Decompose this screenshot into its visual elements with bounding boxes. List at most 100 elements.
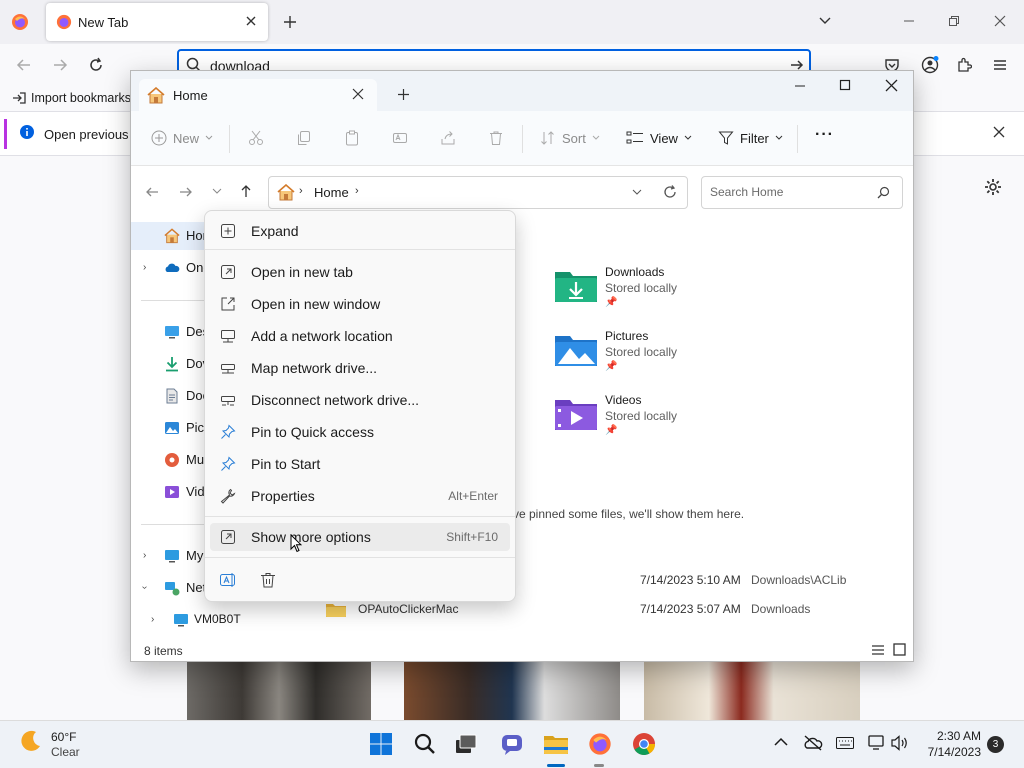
- network-display-icon[interactable]: [868, 735, 886, 751]
- taskbar-search-icon[interactable]: [410, 729, 440, 759]
- see-more-button[interactable]: ···: [815, 126, 834, 144]
- copy-icon[interactable]: [296, 130, 312, 146]
- explorer-tab-home[interactable]: Home: [139, 79, 377, 111]
- show-hidden-icons-chevron-icon[interactable]: [774, 737, 788, 747]
- firefox-tab-new-tab[interactable]: New Tab: [46, 3, 268, 41]
- new-explorer-tab-icon[interactable]: [397, 88, 410, 101]
- explorer-minimize-icon[interactable]: [794, 80, 806, 92]
- nav-item-desktop[interactable]: Des: [131, 318, 209, 346]
- list-tabs-chevron-icon[interactable]: [818, 15, 832, 27]
- menu-item-pin-to-start[interactable]: Pin to Start: [210, 450, 510, 478]
- nav-item-pictures[interactable]: Pict: [131, 414, 208, 442]
- new-button[interactable]: New: [151, 130, 213, 146]
- expand-chevron-icon[interactable]: ›: [143, 262, 146, 273]
- new-tab-icon[interactable]: [282, 14, 298, 30]
- collapse-chevron-icon[interactable]: ›: [139, 586, 150, 589]
- computer-icon: [173, 612, 189, 628]
- refresh-icon[interactable]: [663, 185, 677, 199]
- sort-button[interactable]: Sort: [540, 130, 600, 146]
- close-tab-icon[interactable]: [244, 14, 258, 28]
- weather-temperature[interactable]: 60°F: [51, 730, 76, 744]
- file-explorer-taskbar-icon[interactable]: [541, 729, 571, 759]
- weather-moon-icon[interactable]: [18, 728, 44, 754]
- forward-arrow-icon[interactable]: [52, 57, 68, 73]
- close-window-icon[interactable]: [994, 15, 1006, 27]
- nav-item-downloads[interactable]: Dov: [131, 350, 209, 378]
- cut-icon[interactable]: [248, 130, 264, 146]
- menu-item-pin-quick-access[interactable]: Pin to Quick access: [210, 418, 510, 446]
- task-view-icon[interactable]: [451, 729, 481, 759]
- menu-item-show-more-options[interactable]: Show more options Shift+F10: [210, 523, 510, 551]
- view-button[interactable]: View: [626, 130, 692, 146]
- menu-hamburger-icon[interactable]: [992, 57, 1008, 73]
- clock-time[interactable]: 2:30 AM: [931, 729, 981, 743]
- menu-item-open-new-tab[interactable]: Open in new tab: [210, 258, 510, 286]
- settings-gear-icon[interactable]: [984, 178, 1002, 196]
- nav-item-music[interactable]: Mu: [131, 446, 205, 474]
- keyboard-icon[interactable]: [836, 737, 854, 749]
- onedrive-offline-icon[interactable]: [803, 735, 823, 751]
- breadcrumb-chevron-icon[interactable]: ›: [355, 185, 359, 197]
- recent-locations-chevron-icon[interactable]: [212, 188, 222, 196]
- notification-count-badge[interactable]: 3: [987, 736, 1004, 753]
- delete-icon[interactable]: [488, 130, 504, 146]
- explorer-forward-icon[interactable]: [179, 185, 193, 199]
- firefox-logo-icon[interactable]: [11, 13, 29, 31]
- import-bookmarks-button[interactable]: Import bookmarks: [12, 91, 131, 105]
- up-arrow-icon[interactable]: [239, 184, 253, 198]
- address-bar[interactable]: › Home ›: [268, 176, 688, 209]
- menu-item-add-network-location[interactable]: Add a network location: [210, 322, 510, 350]
- nav-item-documents[interactable]: Doc: [131, 382, 209, 410]
- volume-icon[interactable]: [891, 735, 909, 751]
- tiles-view-icon[interactable]: [893, 643, 906, 656]
- restore-icon[interactable]: [948, 15, 960, 27]
- rename-icon[interactable]: [219, 571, 237, 589]
- firefox-taskbar-icon[interactable]: [585, 729, 615, 759]
- nav-item-home[interactable]: Hon: [131, 222, 210, 250]
- filter-button[interactable]: Filter: [718, 130, 783, 146]
- address-history-chevron-icon[interactable]: [632, 189, 642, 197]
- nav-item-vm[interactable]: › VM0B0T: [131, 606, 291, 634]
- quick-access-videos[interactable]: Videos Stored locally 📌: [554, 393, 714, 445]
- nav-item-this-pc[interactable]: › My: [131, 542, 205, 570]
- recent-file-row[interactable]: OPAutoClickerMac 7/14/2023 5:07 AM Downl…: [321, 602, 881, 626]
- paste-icon[interactable]: [344, 130, 360, 146]
- share-icon[interactable]: [440, 130, 456, 146]
- quick-access-downloads[interactable]: Downloads Stored locally 📌: [554, 265, 714, 317]
- explorer-back-icon[interactable]: [145, 185, 159, 199]
- rename-icon[interactable]: [392, 130, 408, 146]
- explorer-maximize-icon[interactable]: [839, 79, 851, 91]
- story-image-2[interactable]: [404, 662, 620, 720]
- minimize-icon[interactable]: [903, 15, 915, 27]
- expand-chevron-icon[interactable]: ›: [151, 614, 154, 625]
- story-image-1[interactable]: [187, 662, 371, 720]
- explorer-close-icon[interactable]: [885, 79, 898, 92]
- document-icon: [164, 388, 180, 404]
- search-box[interactable]: Search Home: [701, 176, 903, 209]
- back-arrow-icon[interactable]: [16, 57, 32, 73]
- menu-item-disconnect-network-drive[interactable]: Disconnect network drive...: [210, 386, 510, 414]
- details-view-icon[interactable]: [871, 644, 885, 656]
- close-explorer-tab-icon[interactable]: [352, 88, 364, 100]
- account-icon[interactable]: [921, 56, 939, 74]
- menu-item-properties[interactable]: Properties Alt+Enter: [210, 482, 510, 510]
- reload-icon[interactable]: [88, 57, 104, 73]
- menu-item-map-network-drive[interactable]: Map network drive...: [210, 354, 510, 382]
- teams-chat-icon[interactable]: [497, 729, 527, 759]
- nav-item-network[interactable]: › Net: [131, 574, 206, 602]
- weather-description[interactable]: Clear: [51, 745, 80, 759]
- delete-trash-icon[interactable]: [259, 571, 277, 589]
- breadcrumb-home[interactable]: Home: [314, 185, 349, 200]
- nav-item-videos[interactable]: Vid: [131, 478, 205, 506]
- menu-item-open-new-window[interactable]: Open in new window: [210, 290, 510, 318]
- menu-item-expand[interactable]: Expand: [210, 217, 510, 245]
- dismiss-notification-icon[interactable]: [993, 126, 1005, 138]
- quick-access-pictures[interactable]: Pictures Stored locally 📌: [554, 329, 714, 381]
- nav-item-onedrive[interactable]: › One: [131, 254, 211, 282]
- expand-chevron-icon[interactable]: ›: [143, 550, 146, 561]
- chrome-taskbar-icon[interactable]: [629, 729, 659, 759]
- extensions-icon[interactable]: [956, 57, 972, 73]
- story-image-3[interactable]: [644, 662, 860, 720]
- clock-date[interactable]: 7/14/2023: [921, 745, 981, 759]
- start-windows-icon[interactable]: [366, 729, 396, 759]
